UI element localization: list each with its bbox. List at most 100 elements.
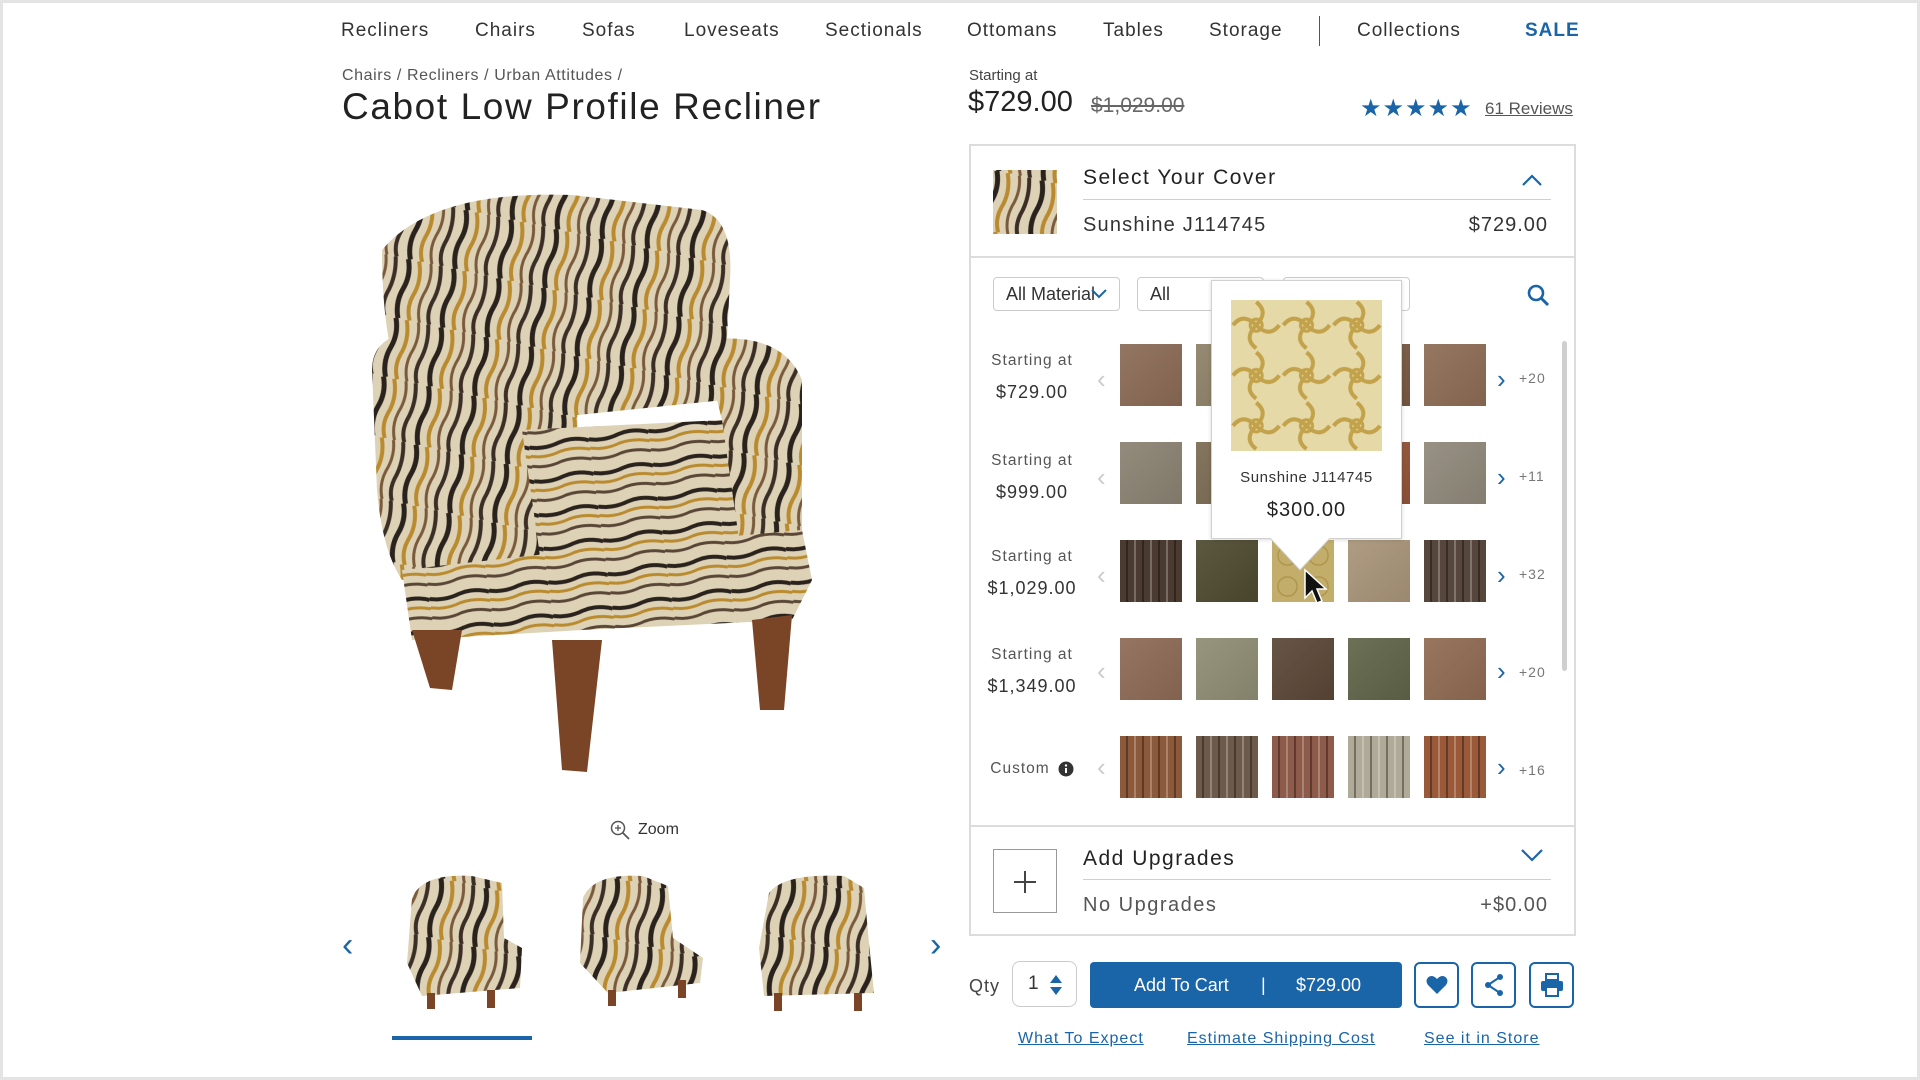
row-prev-arrow[interactable]: ‹	[1097, 560, 1106, 591]
fabric-swatch[interactable]	[1424, 344, 1486, 406]
fabric-swatch[interactable]	[1424, 442, 1486, 504]
what-to-expect-link[interactable]: What To Expect	[1018, 1030, 1144, 1048]
search-icon[interactable]	[1526, 283, 1550, 307]
product-image[interactable]	[372, 190, 924, 778]
row-next-arrow[interactable]: ›	[1497, 560, 1506, 591]
chevron-down-icon[interactable]	[1520, 847, 1544, 863]
mouse-cursor-icon	[1304, 568, 1328, 604]
thumbnail-1[interactable]	[392, 868, 532, 1018]
row-prev-arrow[interactable]: ‹	[1097, 364, 1106, 395]
fabric-swatch[interactable]	[1424, 736, 1486, 798]
row-next-arrow[interactable]: ›	[1497, 462, 1506, 493]
tooltip-fabric-price: $300.00	[1266, 499, 1347, 521]
fabric-swatch[interactable]	[1120, 736, 1182, 798]
zoom-icon	[610, 820, 630, 840]
share-icon	[1485, 974, 1503, 996]
tooltip-fabric-name: Sunshine J114745	[1240, 469, 1373, 486]
nav-tables[interactable]: Tables	[1103, 20, 1164, 42]
nav-sectionals[interactable]: Sectionals	[825, 20, 923, 42]
row-more-count: +20	[1519, 664, 1546, 680]
row-prev-arrow[interactable]: ‹	[1097, 462, 1106, 493]
fabric-swatch[interactable]	[1120, 540, 1182, 602]
row-next-arrow[interactable]: ›	[1497, 364, 1506, 395]
favorite-button[interactable]	[1414, 962, 1459, 1008]
thumbnail-3[interactable]	[744, 868, 884, 1018]
add-to-cart-button[interactable]: Add To Cart | $729.00	[1090, 962, 1402, 1008]
fabric-swatch[interactable]	[1272, 638, 1334, 700]
row-next-arrow[interactable]: ›	[1497, 656, 1506, 687]
star-icon: ★	[1382, 95, 1405, 122]
plus-icon[interactable]	[993, 849, 1057, 913]
fabric-swatch[interactable]	[1424, 540, 1486, 602]
material-filter-dropdown[interactable]: All Material	[993, 277, 1120, 311]
fabric-swatch[interactable]	[1120, 638, 1182, 700]
custom-label: Custom	[990, 760, 1050, 777]
selected-cover-name: Sunshine J114745	[1083, 214, 1267, 236]
divider	[1083, 199, 1551, 200]
fabric-swatch[interactable]	[1348, 540, 1410, 602]
row-price: $999.00	[995, 482, 1069, 502]
star-icon: ★	[1360, 95, 1382, 122]
nav-collections[interactable]: Collections	[1357, 20, 1461, 42]
selected-cover-price: $729.00	[1468, 214, 1548, 236]
row-starting-label: Starting at	[991, 646, 1073, 663]
fabric-swatch[interactable]	[1120, 442, 1182, 504]
thumbnail-carousel: ‹ ›	[330, 862, 950, 1052]
fabric-swatch[interactable]	[1196, 736, 1258, 798]
row-prev-arrow[interactable]: ‹	[1097, 656, 1106, 687]
fabric-swatch[interactable]	[1196, 638, 1258, 700]
product-price: $729.00	[968, 86, 1073, 118]
swatch-scrollbar[interactable]	[1562, 341, 1567, 671]
fabric-swatch[interactable]	[1348, 638, 1410, 700]
rating-stars: ★ ★ ★ ★ ★	[1360, 97, 1472, 121]
material-filter-label: All Material	[1006, 284, 1096, 304]
nav-recliners[interactable]: Recliners	[341, 20, 429, 42]
star-icon: ★	[1405, 95, 1427, 122]
page-frame	[0, 0, 1920, 1080]
estimate-shipping-link[interactable]: Estimate Shipping Cost	[1187, 1030, 1375, 1048]
breadcrumb-recliners[interactable]: Recliners /	[407, 67, 494, 84]
zoom-button[interactable]: Zoom	[610, 820, 679, 840]
row-custom-label: Custom	[971, 760, 1093, 778]
row-starting-label: Starting at	[991, 352, 1073, 369]
select-cover-title: Select Your Cover	[1083, 166, 1277, 189]
breadcrumb-chairs[interactable]: Chairs /	[342, 67, 407, 84]
row-next-arrow[interactable]: ›	[1497, 752, 1506, 783]
fabric-swatch[interactable]	[1120, 344, 1182, 406]
info-icon[interactable]	[1058, 761, 1074, 777]
thumbnail-next-arrow[interactable]: ›	[930, 928, 941, 962]
fabric-swatch[interactable]	[1424, 638, 1486, 700]
nav-sale[interactable]: SALE	[1525, 20, 1580, 42]
breadcrumb: Chairs / Recliners / Urban Attitudes /	[342, 67, 623, 85]
nav-ottomans[interactable]: Ottomans	[967, 20, 1057, 42]
nav-storage[interactable]: Storage	[1209, 20, 1283, 42]
thumbnail-prev-arrow[interactable]: ‹	[342, 928, 353, 962]
chevron-up-icon[interactable]	[1520, 168, 1544, 192]
see-in-store-link[interactable]: See it in Store	[1424, 1030, 1540, 1048]
row-starting-label: Starting at	[991, 452, 1073, 469]
nav-loveseats[interactable]: Loveseats	[684, 20, 780, 42]
fabric-swatch[interactable]	[1196, 540, 1258, 602]
nav-chairs[interactable]: Chairs	[475, 20, 536, 42]
color-filter-label: All	[1150, 284, 1171, 304]
fabric-swatch[interactable]	[1272, 736, 1334, 798]
fabric-swatch[interactable]	[1348, 736, 1410, 798]
upgrades-value: No Upgrades	[1083, 894, 1218, 916]
reviews-link[interactable]: 61 Reviews	[1485, 99, 1573, 119]
select-cover-header[interactable]: Select Your Cover Sunshine J114745 $729.…	[971, 146, 1574, 258]
printer-icon	[1541, 973, 1563, 997]
share-button[interactable]	[1471, 962, 1516, 1008]
nav-sofas[interactable]: Sofas	[582, 20, 636, 42]
thumbnail-2[interactable]	[568, 868, 708, 1018]
divider	[1083, 879, 1551, 880]
print-button[interactable]	[1529, 962, 1574, 1008]
breadcrumb-urban-attitudes[interactable]: Urban Attitudes /	[494, 67, 623, 84]
add-to-cart-price: $729.00	[1296, 975, 1362, 995]
stepper-arrows-icon[interactable]	[1049, 974, 1063, 996]
add-upgrades-header[interactable]: Add Upgrades No Upgrades +$0.00	[971, 825, 1574, 934]
chevron-down-icon	[1091, 289, 1107, 299]
add-to-cart-separator: |	[1261, 975, 1266, 995]
quantity-stepper[interactable]: 1	[1012, 961, 1077, 1007]
row-price: $1,029.00	[987, 578, 1077, 598]
row-prev-arrow[interactable]: ‹	[1097, 752, 1106, 783]
